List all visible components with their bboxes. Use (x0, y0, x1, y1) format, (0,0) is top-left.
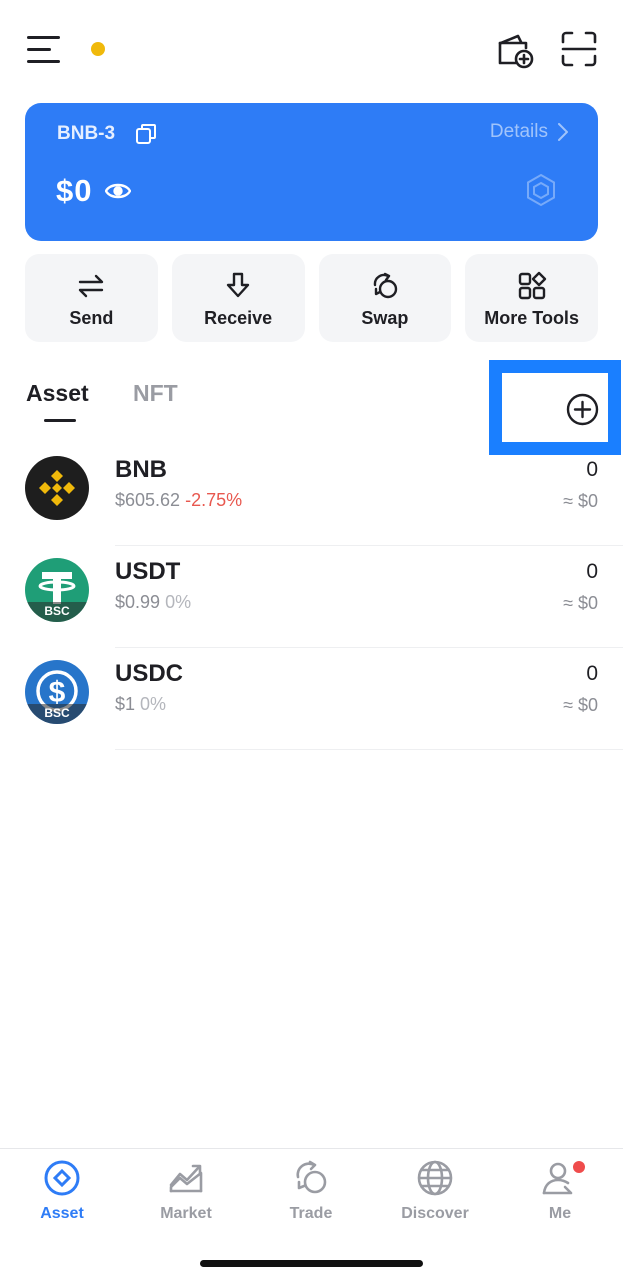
network-badge: BSC (25, 704, 89, 724)
nav-label: Me (548, 1205, 572, 1222)
asset-fiat-value: ≈ $0 (563, 593, 598, 613)
asset-row-bnb[interactable]: BNB $605.62 -2.75% 0 ≈ $0 (0, 444, 623, 546)
top-bar (0, 0, 623, 100)
notification-badge (573, 1161, 585, 1173)
nav-me[interactable]: Me (510, 1159, 610, 1223)
nav-label: Discover (401, 1205, 469, 1222)
asset-price: $1 0% (115, 694, 166, 715)
nav-label: Trade (289, 1205, 333, 1222)
nav-market[interactable]: Market (136, 1159, 236, 1223)
asset-row-usdt[interactable]: BSC USDT $0.99 0% 0 ≈ $0 (0, 546, 623, 648)
grid-tools-icon (518, 271, 546, 300)
network-badge: BSC (25, 602, 89, 622)
trade-swap-icon (296, 1160, 327, 1194)
asset-symbol: USDT (115, 558, 181, 585)
copy-icon[interactable] (135, 123, 157, 145)
tab-asset[interactable]: Asset (26, 380, 89, 407)
chevron-right-icon (558, 123, 568, 141)
asset-fiat-value: ≈ $0 (563, 695, 598, 715)
asset-change: -2.75% (185, 490, 243, 510)
details-link[interactable]: Details (490, 121, 568, 143)
tab-active-indicator (44, 419, 76, 422)
market-chart-icon (169, 1164, 203, 1193)
bnb-watermark-icon (527, 173, 555, 207)
wallet-card[interactable]: BNB-3 Details $0 (25, 103, 598, 241)
more-tools-button[interactable]: More Tools (465, 254, 598, 342)
receive-label: Receive (204, 308, 273, 328)
send-button[interactable]: Send (25, 254, 158, 342)
asset-change: 0% (165, 592, 192, 612)
details-label: Details (489, 121, 548, 142)
send-label: Send (69, 308, 114, 328)
tab-nft[interactable]: NFT (133, 380, 178, 407)
asset-nav-icon (44, 1160, 80, 1196)
nav-asset[interactable]: Asset (12, 1159, 112, 1223)
asset-price: $605.62 -2.75% (115, 490, 242, 511)
scan-icon[interactable] (560, 30, 598, 68)
asset-fiat-value: ≈ $0 (563, 491, 598, 511)
more-tools-label: More Tools (484, 308, 579, 328)
asset-price-value: $0.99 (115, 592, 161, 612)
nav-discover[interactable]: Discover (385, 1159, 485, 1223)
add-circle-icon[interactable] (566, 393, 599, 426)
asset-price-value: $1 (115, 694, 136, 714)
menu-icon[interactable] (27, 34, 61, 66)
asset-change: 0% (140, 694, 167, 714)
highlight-box (489, 360, 621, 455)
nav-label: Market (160, 1205, 212, 1222)
usdc-logo-icon: $ BSC (25, 660, 89, 724)
wallet-name: BNB-3 (57, 123, 116, 144)
nav-trade[interactable]: Trade (261, 1159, 361, 1223)
wallet-add-icon[interactable] (496, 30, 536, 70)
asset-amount: 0 (586, 662, 598, 685)
asset-amount: 0 (586, 560, 598, 583)
asset-amount: 0 (586, 458, 598, 481)
notification-dot (91, 42, 105, 56)
swap-label: Swap (361, 308, 409, 328)
usdt-logo-icon: BSC (25, 558, 89, 622)
wallet-balance: $0 (56, 173, 93, 208)
bnb-logo-icon (25, 456, 89, 520)
asset-symbol: USDC (115, 660, 184, 687)
home-indicator (200, 1260, 423, 1267)
eye-icon[interactable] (105, 180, 131, 202)
receive-arrow-icon (226, 272, 250, 298)
swap-icon (373, 272, 398, 299)
send-arrows-icon (79, 274, 104, 298)
row-divider (115, 749, 623, 750)
nav-label: Asset (40, 1205, 84, 1222)
swap-button[interactable]: Swap (318, 254, 452, 342)
action-bar: Send Receive Swap More Tools (25, 254, 598, 342)
globe-icon (417, 1160, 453, 1196)
asset-price-value: $605.62 (115, 490, 181, 510)
receive-button[interactable]: Receive (171, 254, 305, 342)
asset-symbol: BNB (115, 456, 167, 483)
asset-row-usdc[interactable]: $ BSC USDC $1 0% 0 ≈ $0 (0, 648, 623, 750)
asset-price: $0.99 0% (115, 592, 191, 613)
